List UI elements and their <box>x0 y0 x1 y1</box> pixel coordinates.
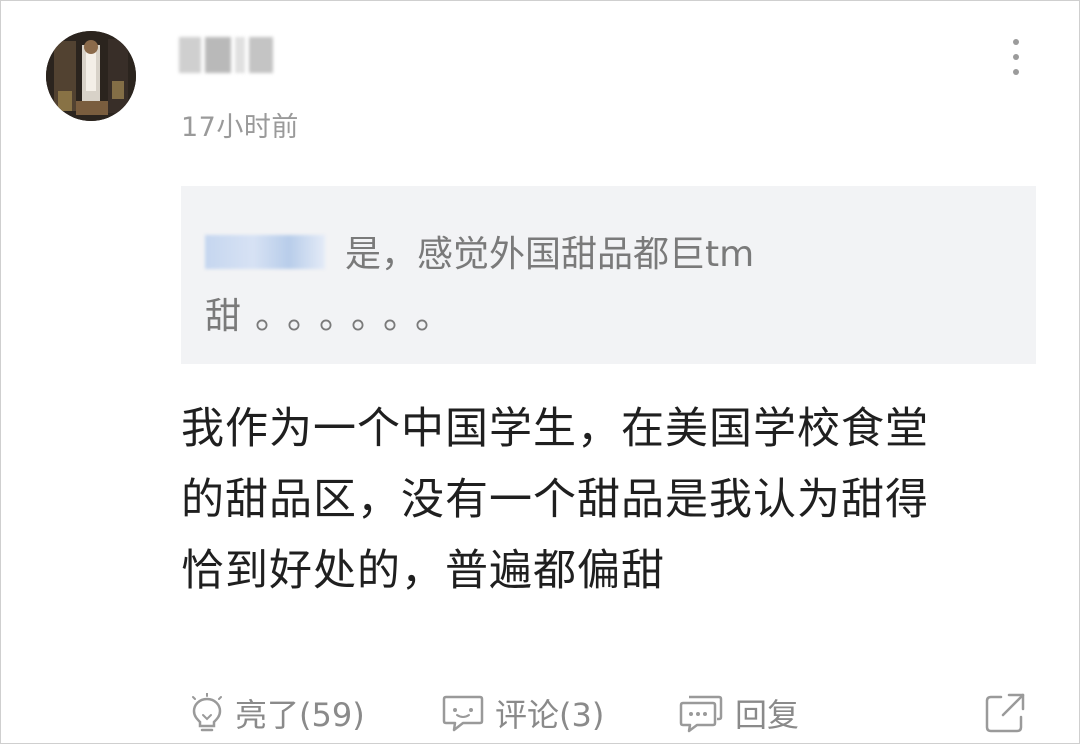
avatar-image <box>46 31 136 121</box>
comment-body-line: 的甜品区，没有一个甜品是我认为甜得 <box>181 475 929 525</box>
lightbulb-icon <box>192 693 222 732</box>
reply-bubble-icon <box>679 695 723 733</box>
avatar[interactable] <box>46 31 136 121</box>
reply-label: 回复 <box>735 696 800 734</box>
share-icon <box>985 693 1025 733</box>
redacted-block <box>179 37 201 73</box>
action-bar: 亮了(59) 评论(3) 回复 <box>181 685 1061 741</box>
more-dot <box>1013 69 1019 75</box>
redacted-block <box>249 37 273 73</box>
like-count-label: 亮了(59) <box>235 696 365 734</box>
comment-body-line: 恰到好处的，普遍都偏甜 <box>181 546 665 596</box>
more-vertical-icon[interactable] <box>1004 37 1028 77</box>
quote-text-2: 甜。。。。。。 <box>205 296 466 337</box>
comment-body-line: 我作为一个中国学生，在美国学校食堂 <box>181 404 929 454</box>
quoted-username-redacted <box>205 235 325 269</box>
quoted-comment[interactable]: 是，感觉外国甜品都巨tm 甜。。。。。。 <box>181 186 1036 364</box>
share-button[interactable] <box>981 689 1029 737</box>
username-redacted[interactable] <box>179 37 279 73</box>
comment-timestamp: 17小时前 <box>181 112 299 143</box>
comment-count-label: 评论(3) <box>495 696 605 734</box>
redacted-block <box>235 37 245 73</box>
like-button[interactable]: 亮了(59) <box>189 685 365 741</box>
comment-card: 17小时前 是，感觉外国甜品都巨tm 甜。。。。。。 我作为一个中国学生，在美国… <box>0 0 1080 744</box>
reply-button[interactable]: 回复 <box>677 685 799 741</box>
quote-line-2: 甜。。。。。。 <box>205 286 1006 348</box>
quote-text-1: 是，感觉外国甜品都巨tm <box>345 234 755 275</box>
more-dot <box>1013 39 1019 45</box>
comment-bubble-icon <box>442 695 484 732</box>
more-dot <box>1013 54 1019 60</box>
quote-line-1: 是，感觉外国甜品都巨tm <box>205 224 1006 286</box>
redacted-block <box>205 37 231 73</box>
comment-button[interactable]: 评论(3) <box>441 685 604 741</box>
comment-body: 我作为一个中国学生，在美国学校食堂 的甜品区，没有一个甜品是我认为甜得 恰到好处… <box>181 394 1021 607</box>
